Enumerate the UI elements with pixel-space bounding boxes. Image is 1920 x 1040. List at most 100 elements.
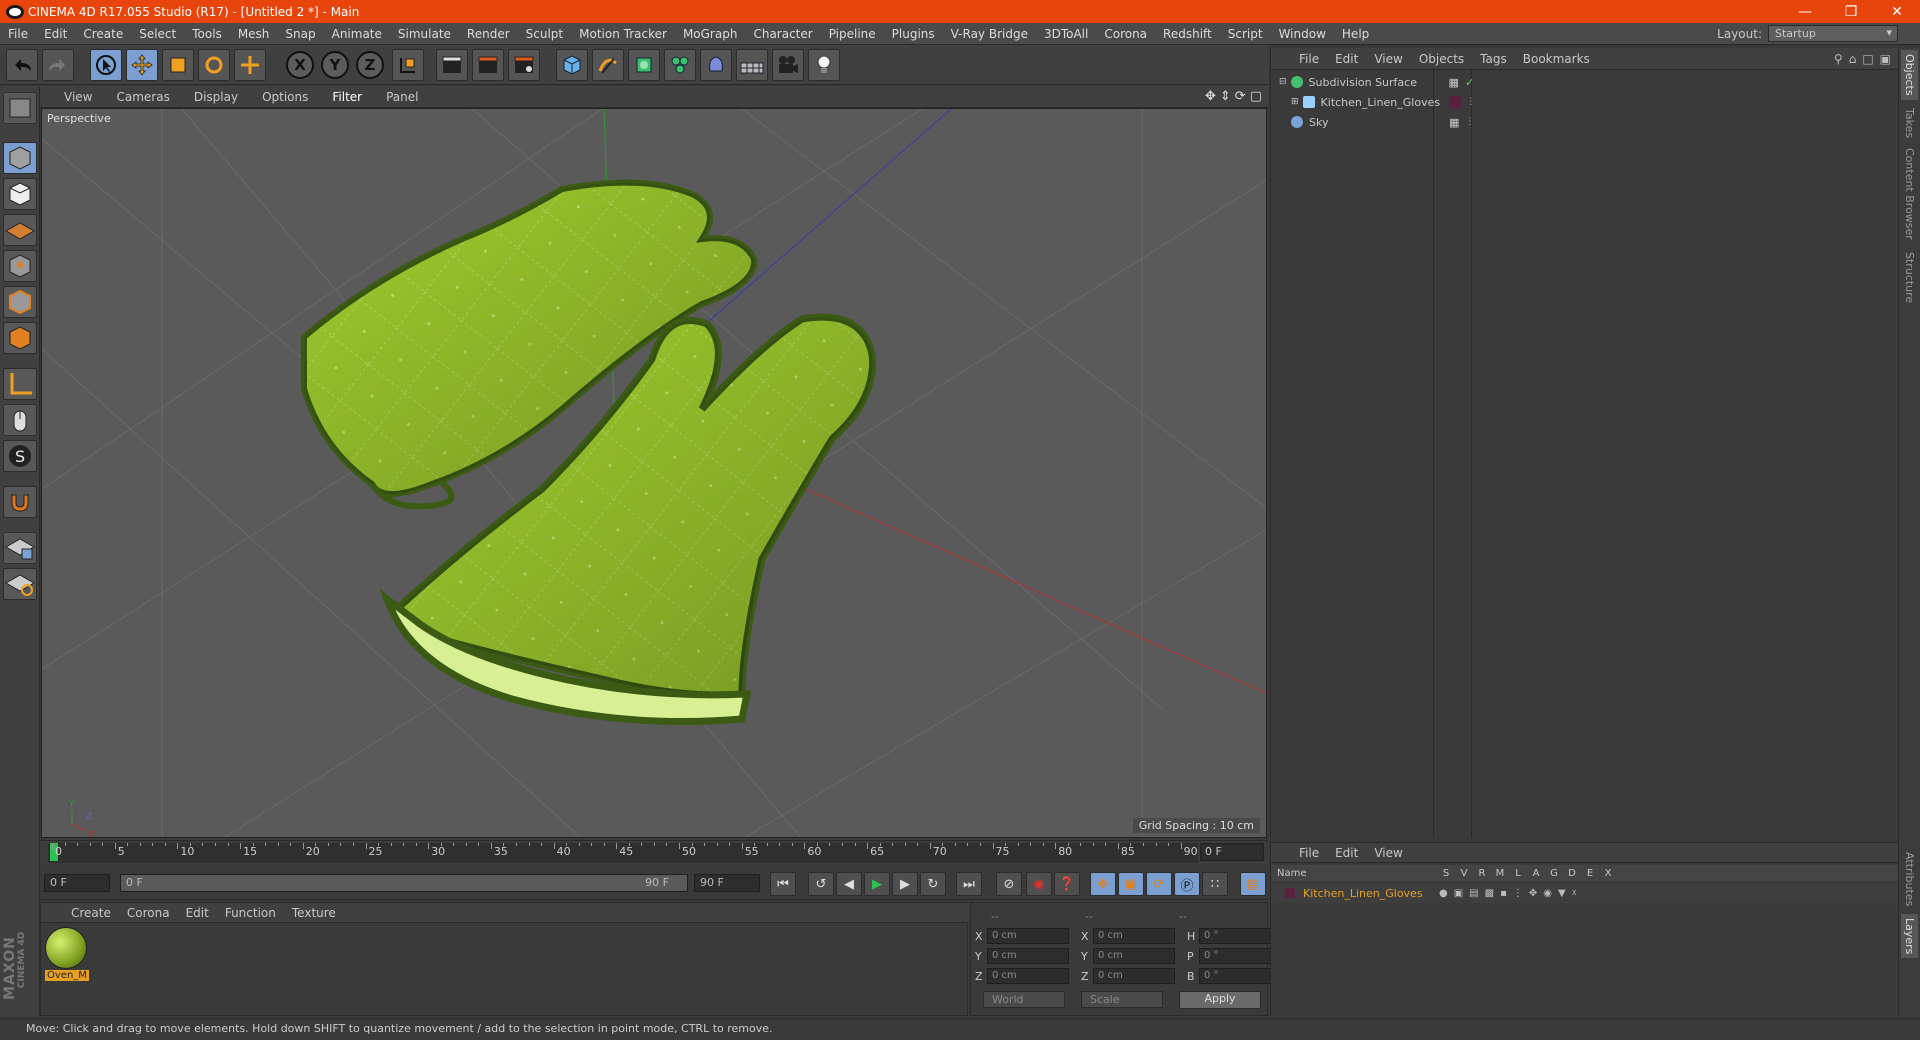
menu-simulate[interactable]: Simulate	[390, 27, 459, 41]
tab-structure[interactable]: Structure	[1901, 248, 1918, 307]
layer-flag-icons[interactable]: ●▣▤▩▪⋮✥◉▼☓	[1439, 888, 1583, 899]
rotation-h-field[interactable]: 0 °	[1199, 928, 1277, 944]
add-cube-button[interactable]	[556, 49, 588, 81]
object-row-gloves[interactable]: ⊞ Kitchen_Linen_Gloves ⋮	[1271, 92, 1899, 112]
planar-workplane-button[interactable]	[3, 568, 37, 600]
layers-menu-edit[interactable]: Edit	[1327, 846, 1366, 860]
tab-attributes[interactable]: Attributes	[1901, 848, 1918, 910]
expand-icon[interactable]: ⊞	[1291, 97, 1299, 107]
menu-vray-bridge[interactable]: V-Ray Bridge	[943, 27, 1036, 41]
objects-menu-tags[interactable]: Tags	[1472, 52, 1515, 66]
layer-col-manager[interactable]: M	[1491, 868, 1509, 879]
layers-menu-file[interactable]: File	[1291, 846, 1327, 860]
material-menu-texture[interactable]: Texture	[284, 906, 344, 920]
workplane-mode-button[interactable]	[3, 214, 37, 246]
material-menu-edit[interactable]: Edit	[178, 906, 217, 920]
edges-mode-button[interactable]	[3, 286, 37, 318]
visibility-icon[interactable]: ▦	[1449, 116, 1459, 129]
render-settings-button[interactable]	[508, 49, 540, 81]
add-deformer-button[interactable]	[700, 49, 732, 81]
search-icon[interactable]: ⚲	[1834, 52, 1843, 66]
coordinate-system-button[interactable]	[392, 49, 424, 81]
x-axis-lock-button[interactable]: X	[286, 51, 314, 79]
position-x-field[interactable]: 0 cm	[987, 928, 1069, 944]
layer-color-swatch[interactable]	[1285, 888, 1295, 898]
menu-sculpt[interactable]: Sculpt	[518, 27, 571, 41]
objects-menu-objects[interactable]: Objects	[1411, 52, 1472, 66]
axis-mode-button[interactable]	[3, 368, 37, 400]
redo-button[interactable]	[42, 49, 74, 81]
viewport-menu-cameras[interactable]: Cameras	[104, 90, 181, 104]
menu-mograph[interactable]: MoGraph	[675, 27, 746, 41]
menu-file[interactable]: File	[0, 27, 36, 41]
tab-layers[interactable]: Layers	[1901, 914, 1918, 959]
visibility-icon[interactable]: ▦	[1449, 76, 1459, 89]
visibility-dots-icon[interactable]: ⋮	[1465, 117, 1474, 127]
objects-menu-file[interactable]: File	[1291, 52, 1327, 66]
menu-tools[interactable]: Tools	[184, 27, 230, 41]
material-swatch[interactable]: Oven_M	[45, 927, 89, 985]
add-nurbs-button[interactable]	[628, 49, 660, 81]
tab-takes[interactable]: Takes	[1901, 104, 1918, 142]
frame-range-slider[interactable]: 0 F 90 F	[120, 874, 688, 892]
rotate-tool-button[interactable]	[198, 49, 230, 81]
apply-button[interactable]: Apply	[1179, 991, 1261, 1009]
viewport-menu-display[interactable]: Display	[182, 90, 250, 104]
autokey-button[interactable]: ❓	[1054, 872, 1080, 896]
size-y-field[interactable]: 0 cm	[1093, 948, 1175, 964]
record-button[interactable]: ◉	[1026, 872, 1052, 896]
render-view-button[interactable]	[436, 49, 468, 81]
previous-key-button[interactable]: ↺	[808, 872, 834, 896]
size-mode-dropdown[interactable]: Scale	[1081, 991, 1163, 1008]
layer-col-xref[interactable]: X	[1599, 868, 1617, 879]
render-picture-viewer-button[interactable]	[472, 49, 504, 81]
material-menu-function[interactable]: Function	[217, 906, 284, 920]
viewport-maximize-icon[interactable]: ▢	[1250, 89, 1262, 104]
scale-tool-button[interactable]	[162, 49, 194, 81]
size-x-field[interactable]: 0 cm	[1093, 928, 1175, 944]
close-icon[interactable]: ✕	[1874, 4, 1920, 20]
menu-animate[interactable]: Animate	[324, 27, 390, 41]
maximize-icon[interactable]: ▣	[1880, 52, 1891, 66]
layout-dropdown[interactable]: Startup	[1768, 25, 1898, 42]
object-row-sky[interactable]: Sky ▦ ⋮	[1271, 112, 1899, 132]
timeline[interactable]: 0 5 10 15 20 25 30 35 40 45 50 55 60 65 70 75 80 85 90 0 F	[40, 840, 1268, 864]
layer-col-deformers[interactable]: D	[1563, 868, 1581, 879]
tab-content-browser[interactable]: Content Browser	[1901, 144, 1918, 244]
object-row-subdivision[interactable]: ⊟ Subdivision Surface ▦ ✓	[1271, 72, 1899, 92]
objects-menu-bookmarks[interactable]: Bookmarks	[1515, 52, 1598, 66]
snapping-button[interactable]: S	[3, 440, 37, 472]
collapse-icon[interactable]: ⊟	[1279, 77, 1287, 87]
material-menu-corona[interactable]: Corona	[119, 906, 178, 920]
play-button[interactable]: ▶	[864, 872, 890, 896]
tab-objects[interactable]: Objects	[1901, 50, 1918, 100]
layers-menu-view[interactable]: View	[1366, 846, 1410, 860]
tweak-mode-button[interactable]	[3, 404, 37, 436]
timeline-ruler[interactable]: 0 5 10 15 20 25 30 35 40 45 50 55 60 65 70 75 80 85 90	[48, 843, 1198, 863]
polygons-mode-button[interactable]	[3, 322, 37, 354]
viewport-menu-options[interactable]: Options	[250, 90, 320, 104]
viewport-menu-view[interactable]: View	[40, 90, 104, 104]
rotation-b-field[interactable]: 0 °	[1199, 968, 1277, 984]
material-menu-create[interactable]: Create	[63, 906, 119, 920]
menu-help[interactable]: Help	[1334, 27, 1377, 41]
layer-col-expressions[interactable]: E	[1581, 868, 1599, 879]
key-rotation-button[interactable]: ⟳	[1146, 872, 1172, 896]
add-environment-button[interactable]	[736, 49, 768, 81]
texture-mode-button[interactable]	[3, 178, 37, 210]
add-light-button[interactable]	[808, 49, 840, 81]
start-frame-field[interactable]: 0 F	[44, 874, 110, 892]
rotation-p-field[interactable]: 0 °	[1199, 948, 1277, 964]
viewport-menu-filter[interactable]: Filter	[320, 90, 374, 104]
next-frame-button[interactable]: ▶	[892, 872, 918, 896]
previous-frame-button[interactable]: ◀	[836, 872, 862, 896]
go-to-start-button[interactable]: ⏮	[770, 872, 796, 896]
restore-icon[interactable]: ❐	[1828, 4, 1874, 20]
key-pla-button[interactable]: ∷	[1202, 872, 1228, 896]
go-to-end-button[interactable]: ⏭	[956, 872, 982, 896]
z-axis-lock-button[interactable]: Z	[356, 51, 384, 79]
menu-window[interactable]: Window	[1271, 27, 1334, 41]
key-scale-button[interactable]: ▣	[1118, 872, 1144, 896]
menu-corona[interactable]: Corona	[1096, 27, 1155, 41]
coordinate-mode-dropdown[interactable]: World	[983, 991, 1065, 1008]
